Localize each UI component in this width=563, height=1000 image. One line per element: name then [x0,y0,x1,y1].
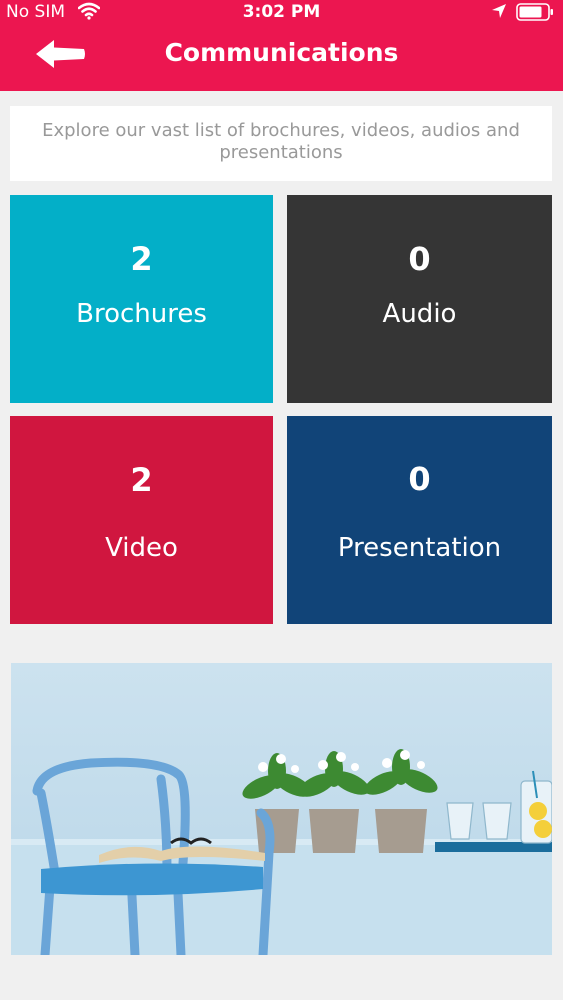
video-label: Video [105,533,178,563]
status-time: 3:02 PM [242,2,321,22]
presentation-tile[interactable]: 0 Presentation [287,416,552,624]
brochures-count: 2 [130,240,153,278]
banner-image [11,663,552,955]
intro-text: Explore our vast list of brochures, vide… [10,106,552,181]
presentation-label: Presentation [337,533,502,563]
location-arrow-icon [492,4,506,18]
audio-label: Audio [382,299,457,329]
brochures-tile[interactable]: 2 Brochures [10,195,273,403]
battery-icon [516,3,553,21]
video-tile[interactable]: 2 Video [10,416,273,624]
status-bar: No SIM 3:02 PM [0,0,563,24]
brochures-label: Brochures [76,299,207,329]
page-title: Communications [164,38,399,67]
audio-count: 0 [408,240,431,278]
presentation-count: 0 [408,460,431,498]
video-count: 2 [130,461,153,499]
audio-tile[interactable]: 0 Audio [287,195,552,403]
app-header: No SIM 3:02 PM Communications [0,0,563,91]
